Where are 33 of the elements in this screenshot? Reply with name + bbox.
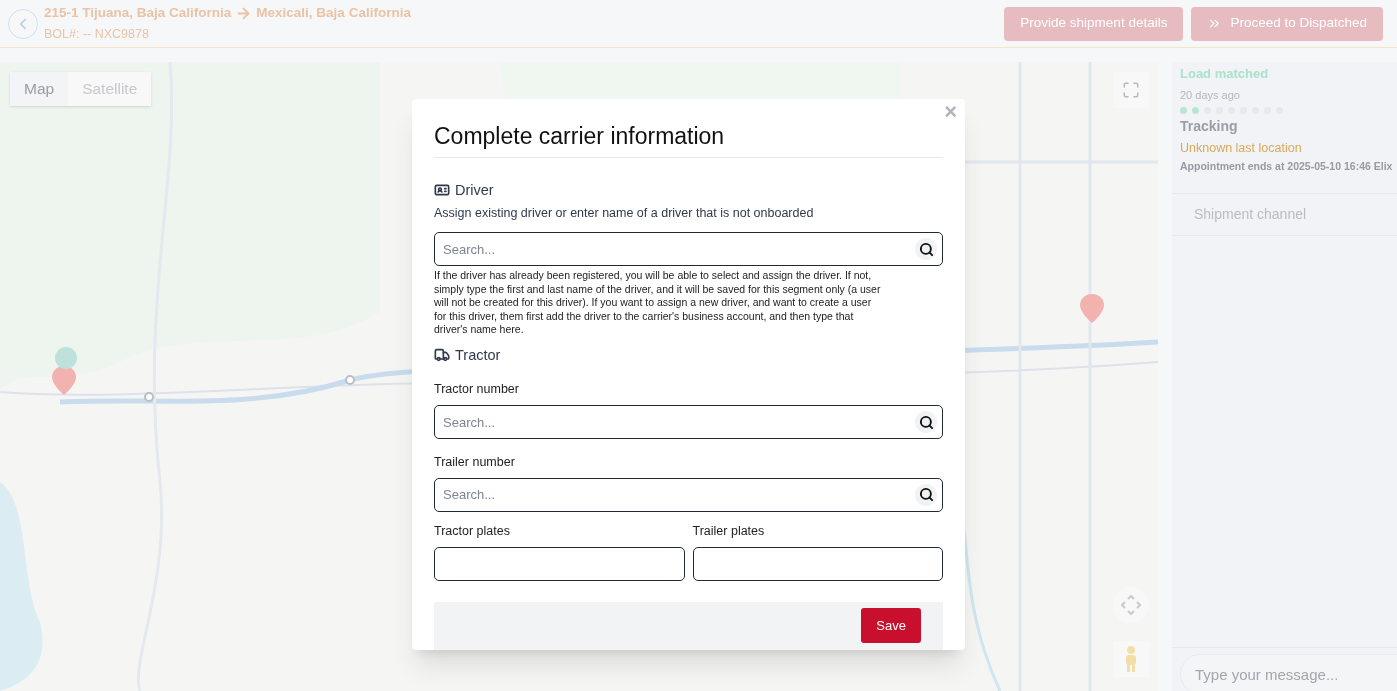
- search-field[interactable]: Search...: [434, 405, 943, 439]
- message-field[interactable]: Type your message...: [1180, 654, 1397, 691]
- person-icon: [1124, 645, 1138, 673]
- search-field[interactable]: Search...: [434, 477, 943, 512]
- close-button[interactable]: ×: [944, 101, 957, 123]
- section-title: Driver: [455, 180, 494, 200]
- tracking-title: Tracking: [1180, 117, 1239, 136]
- section-title: Tractor: [455, 345, 501, 365]
- section-subtitle: Assign existing driver or enter name of a driver that is not onboarded: [434, 205, 815, 223]
- text-field[interactable]: [692, 546, 943, 581]
- driver-search-field[interactable]: Search...: [434, 232, 943, 266]
- details-button[interactable]: Provide shipment details: [1004, 6, 1184, 41]
- id-card-icon: [434, 182, 450, 199]
- field-label: Tractor number: [434, 381, 520, 399]
- route-origin: 215-1 Tijuana, Baja California: [44, 4, 232, 22]
- dialog-title: Complete carrier information: [434, 119, 943, 158]
- bol-number: BOL#: -- NXC9878: [44, 26, 150, 44]
- field-label: Trailer number: [434, 454, 516, 471]
- field-label: Tractor plates: [434, 522, 511, 540]
- text-field[interactable]: [434, 546, 685, 581]
- help-text: If the driver has already been registered, you will be able to select and assign the driver. If not, simply type the first and last name of the driver, and it will be saved for this segment only (a user will not be created for this driver). If you want to assign a new driver, and want to create a user for this driver, them first add the driver to the carrier's business account, and then type that driver's name here.: [434, 269, 882, 337]
- move-icon: [1121, 595, 1141, 615]
- route-destination: Mexicali, Baja California: [256, 4, 411, 22]
- save-button[interactable]: Save: [861, 608, 921, 644]
- fullscreen-icon: [1122, 81, 1140, 99]
- map-type-tab[interactable]: Map: [10, 72, 69, 106]
- field-label: Trailer plates: [692, 522, 766, 540]
- milestone-age: 20 days ago: [1180, 87, 1241, 103]
- milestone-title: Load matched: [1180, 65, 1270, 83]
- proceed-button[interactable]: Proceed to Dispatched: [1191, 6, 1383, 41]
- location-status: Unknown last location: [1180, 140, 1303, 157]
- channel-title: Shipment channel: [1194, 205, 1307, 224]
- truck-icon: [434, 347, 450, 364]
